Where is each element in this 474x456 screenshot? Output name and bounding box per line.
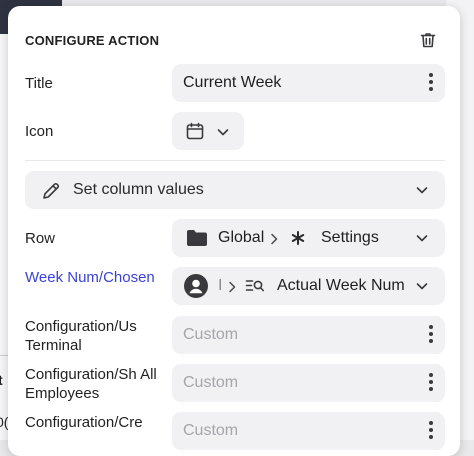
row-label: Row xyxy=(25,230,56,247)
title-label: Title xyxy=(25,75,53,92)
title-field[interactable]: Current Week xyxy=(172,64,445,102)
popover-title: CONFIGURE ACTION xyxy=(25,33,160,48)
background-text-fragment: t xyxy=(0,372,3,388)
kebab-dot-icon xyxy=(429,380,433,384)
section-label: Set column values xyxy=(73,181,204,198)
chevron-right-icon xyxy=(271,233,278,245)
title-input-value[interactable]: Current Week xyxy=(183,74,281,92)
row-path-leaf: Settings xyxy=(321,229,379,246)
chevron-down-icon xyxy=(416,283,428,290)
config-row-field[interactable]: Custom xyxy=(172,316,445,354)
config-row-placeholder[interactable]: Custom xyxy=(183,422,238,440)
calendar-icon xyxy=(186,122,204,140)
kebab-dot-icon xyxy=(429,428,433,432)
config-row-label: Configuration/Cre xyxy=(25,414,143,431)
set-column-values-section[interactable]: Set column values xyxy=(25,171,445,209)
chevron-down-icon xyxy=(416,235,428,242)
background-divider xyxy=(0,355,8,356)
week-num-chosen-label[interactable]: Week Num/Chosen xyxy=(25,268,155,287)
folder-icon xyxy=(187,230,207,246)
week-value-prefix: I xyxy=(218,277,223,294)
row-selector[interactable]: Global Settings xyxy=(172,219,445,257)
configure-action-popover: CONFIGURE ACTION Title Current Week Icon… xyxy=(8,6,460,456)
kebab-dot-icon xyxy=(429,387,433,391)
section-divider xyxy=(25,160,445,161)
config-row-label: Configuration/Sh All Employees xyxy=(25,366,157,402)
config-row-field[interactable]: Custom xyxy=(172,412,445,450)
chevron-down-icon xyxy=(416,187,428,194)
icon-label: Icon xyxy=(25,123,54,140)
kebab-dot-icon xyxy=(429,435,433,439)
lookup-list-icon xyxy=(245,280,264,292)
pencil-icon xyxy=(43,182,60,199)
week-value-source: Actual Week Num xyxy=(277,277,405,294)
title-options-button[interactable] xyxy=(427,71,435,95)
chevron-down-icon xyxy=(217,129,229,136)
asterisk-icon xyxy=(291,231,305,245)
kebab-dot-icon xyxy=(429,339,433,343)
config-row-placeholder[interactable]: Custom xyxy=(183,326,238,344)
kebab-dot-icon xyxy=(429,87,433,91)
config-row-options-button[interactable] xyxy=(427,323,435,347)
kebab-dot-icon xyxy=(429,373,433,377)
kebab-dot-icon xyxy=(429,325,433,329)
row-path-root: Global xyxy=(218,229,265,246)
week-value-selector[interactable]: I Actual Week Num xyxy=(172,267,445,305)
config-row-placeholder[interactable]: Custom xyxy=(183,374,238,392)
config-row-label: Configuration/Us Terminal xyxy=(25,318,137,354)
icon-picker-button[interactable] xyxy=(172,112,244,150)
config-row-options-button[interactable] xyxy=(427,371,435,395)
delete-action-button[interactable] xyxy=(418,30,438,50)
chevron-right-icon xyxy=(229,281,236,293)
trash-icon xyxy=(420,33,436,48)
kebab-dot-icon xyxy=(429,421,433,425)
kebab-dot-icon xyxy=(429,73,433,77)
user-avatar-icon xyxy=(184,274,208,298)
config-row-options-button[interactable] xyxy=(427,419,435,443)
kebab-dot-icon xyxy=(429,80,433,84)
config-row-field[interactable]: Custom xyxy=(172,364,445,402)
kebab-dot-icon xyxy=(429,332,433,336)
